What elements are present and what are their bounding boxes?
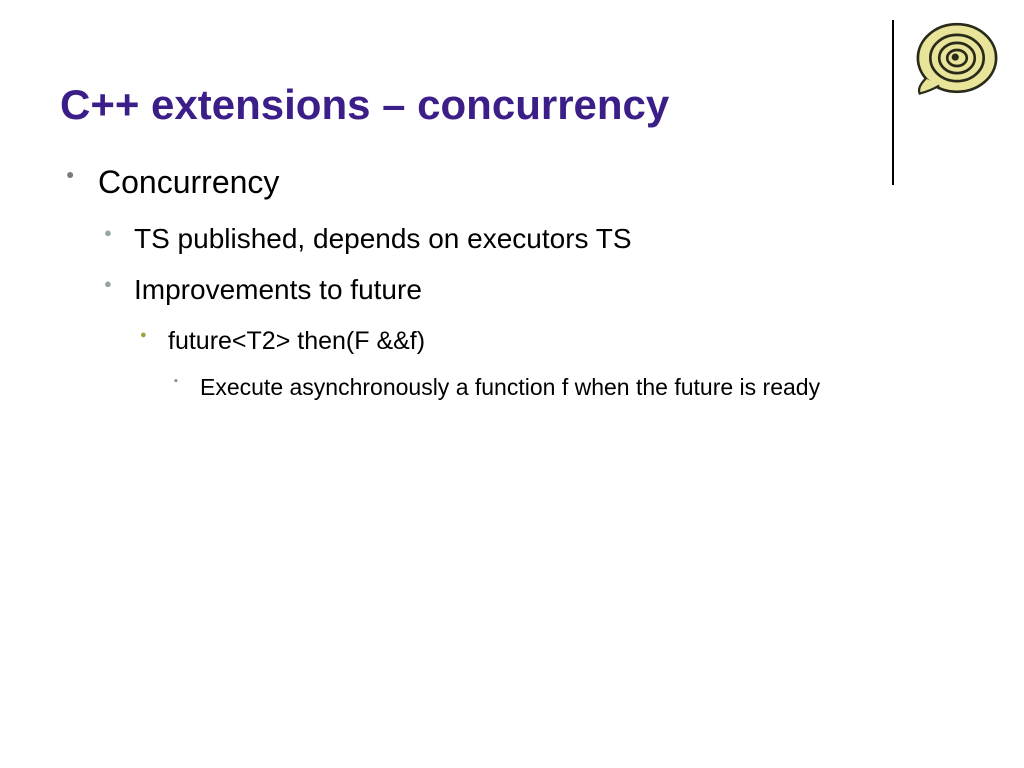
bullet-list: Concurrency TS published, depends on exe… [60, 160, 964, 402]
bullet-list: Execute asynchronously a function f when… [168, 371, 964, 403]
bullet-text: Improvements to future [134, 274, 422, 305]
snail-logo-icon [912, 18, 1002, 98]
bullet-text: Execute asynchronously a function f when… [200, 374, 820, 400]
slide-title: C++ extensions – concurrency [60, 80, 964, 130]
bullet-text: Concurrency [98, 164, 279, 200]
bullet-text: future<T2> then(F &&f) [168, 327, 425, 355]
slide: C++ extensions – concurrency Concurrency… [0, 0, 1024, 768]
bullet-text: TS published, depends on executors TS [134, 223, 632, 254]
list-item: Execute asynchronously a function f when… [168, 371, 964, 403]
list-item: future<T2> then(F &&f) Execute asynchron… [134, 324, 964, 403]
list-item: Concurrency TS published, depends on exe… [60, 160, 964, 402]
list-item: Improvements to future future<T2> then(F… [98, 270, 964, 402]
bullet-list: future<T2> then(F &&f) Execute asynchron… [134, 324, 964, 403]
bullet-list: TS published, depends on executors TS Im… [98, 219, 964, 403]
list-item: TS published, depends on executors TS [98, 219, 964, 258]
